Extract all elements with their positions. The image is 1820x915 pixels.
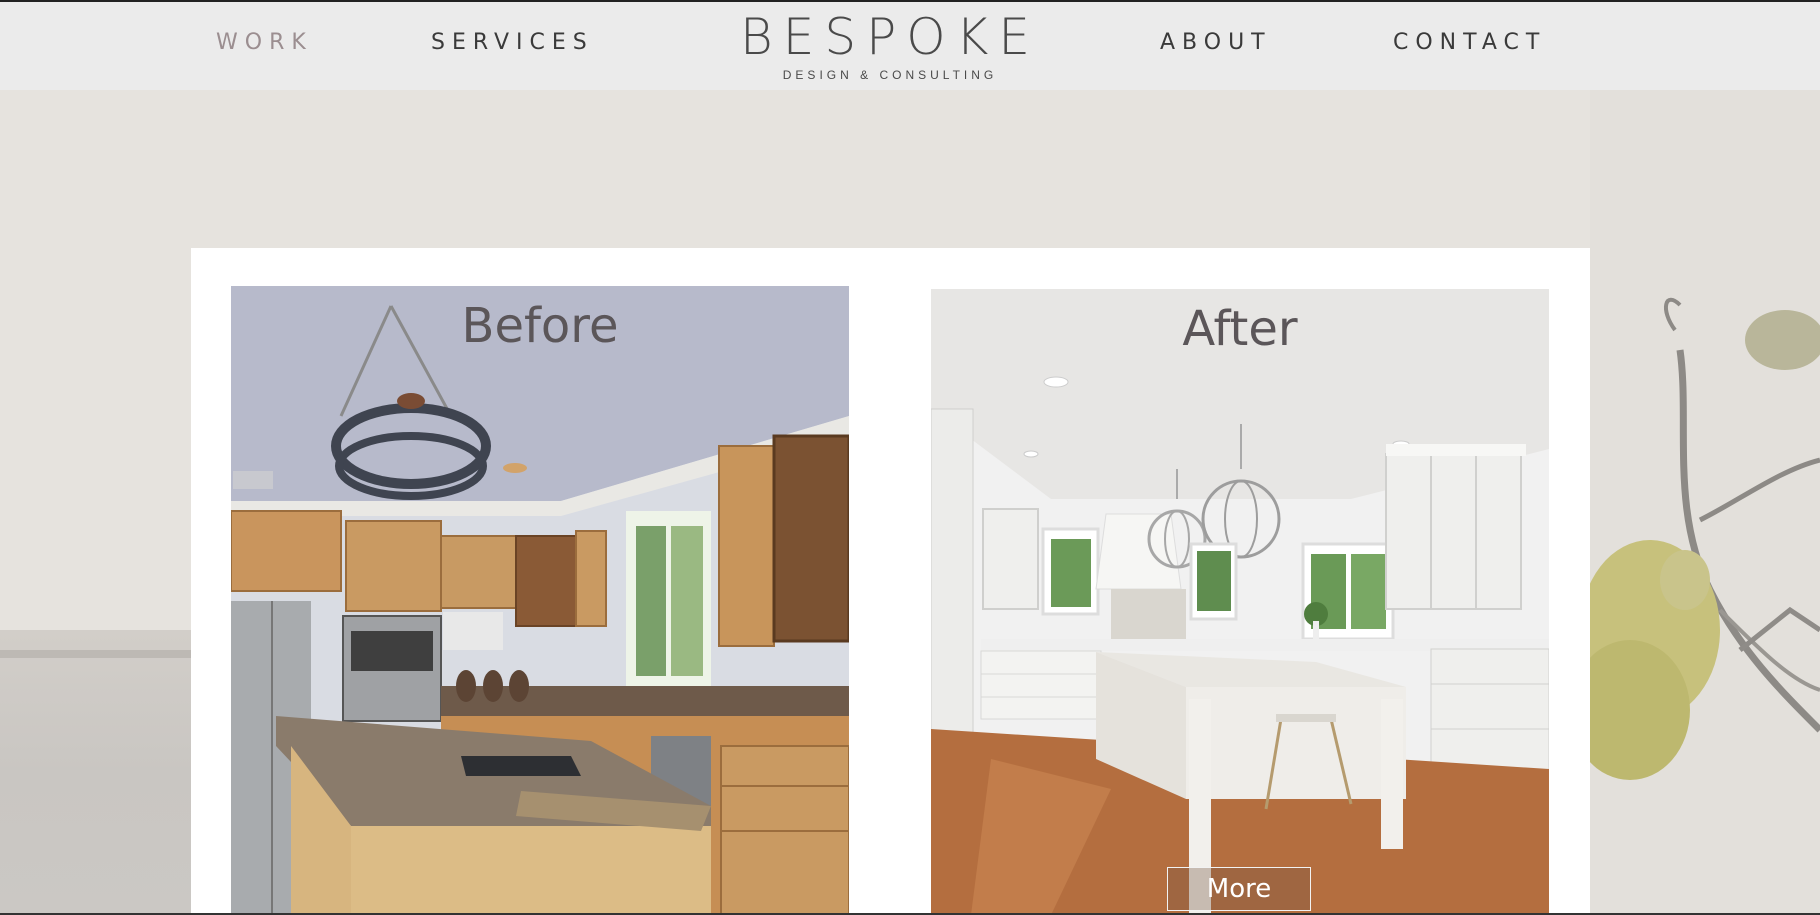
site-logo[interactable]: BESPOKE DESIGN & CONSULTING	[730, 10, 1050, 82]
more-button[interactable]: More	[1167, 867, 1311, 911]
after-label: After	[1182, 301, 1298, 357]
before-photo: Before	[231, 286, 849, 915]
nav-services[interactable]: SERVICES	[431, 30, 594, 55]
logo-tagline: DESIGN & CONSULTING	[782, 68, 998, 82]
logo-wordmark: BESPOKE	[740, 8, 1040, 66]
before-kitchen-image	[231, 286, 849, 915]
before-after-card: Before After More	[191, 248, 1590, 915]
background-ledge	[0, 630, 200, 915]
before-label: Before	[461, 298, 619, 354]
after-kitchen-image	[931, 289, 1549, 915]
site-header: WORK SERVICES BESPOKE DESIGN & CONSULTIN…	[0, 0, 1820, 90]
nav-contact[interactable]: CONTACT	[1393, 30, 1546, 55]
nav-about[interactable]: ABOUT	[1160, 30, 1272, 55]
after-photo: After More	[931, 289, 1549, 915]
nav-work[interactable]: WORK	[216, 30, 313, 55]
background-plant-image	[1590, 90, 1820, 915]
